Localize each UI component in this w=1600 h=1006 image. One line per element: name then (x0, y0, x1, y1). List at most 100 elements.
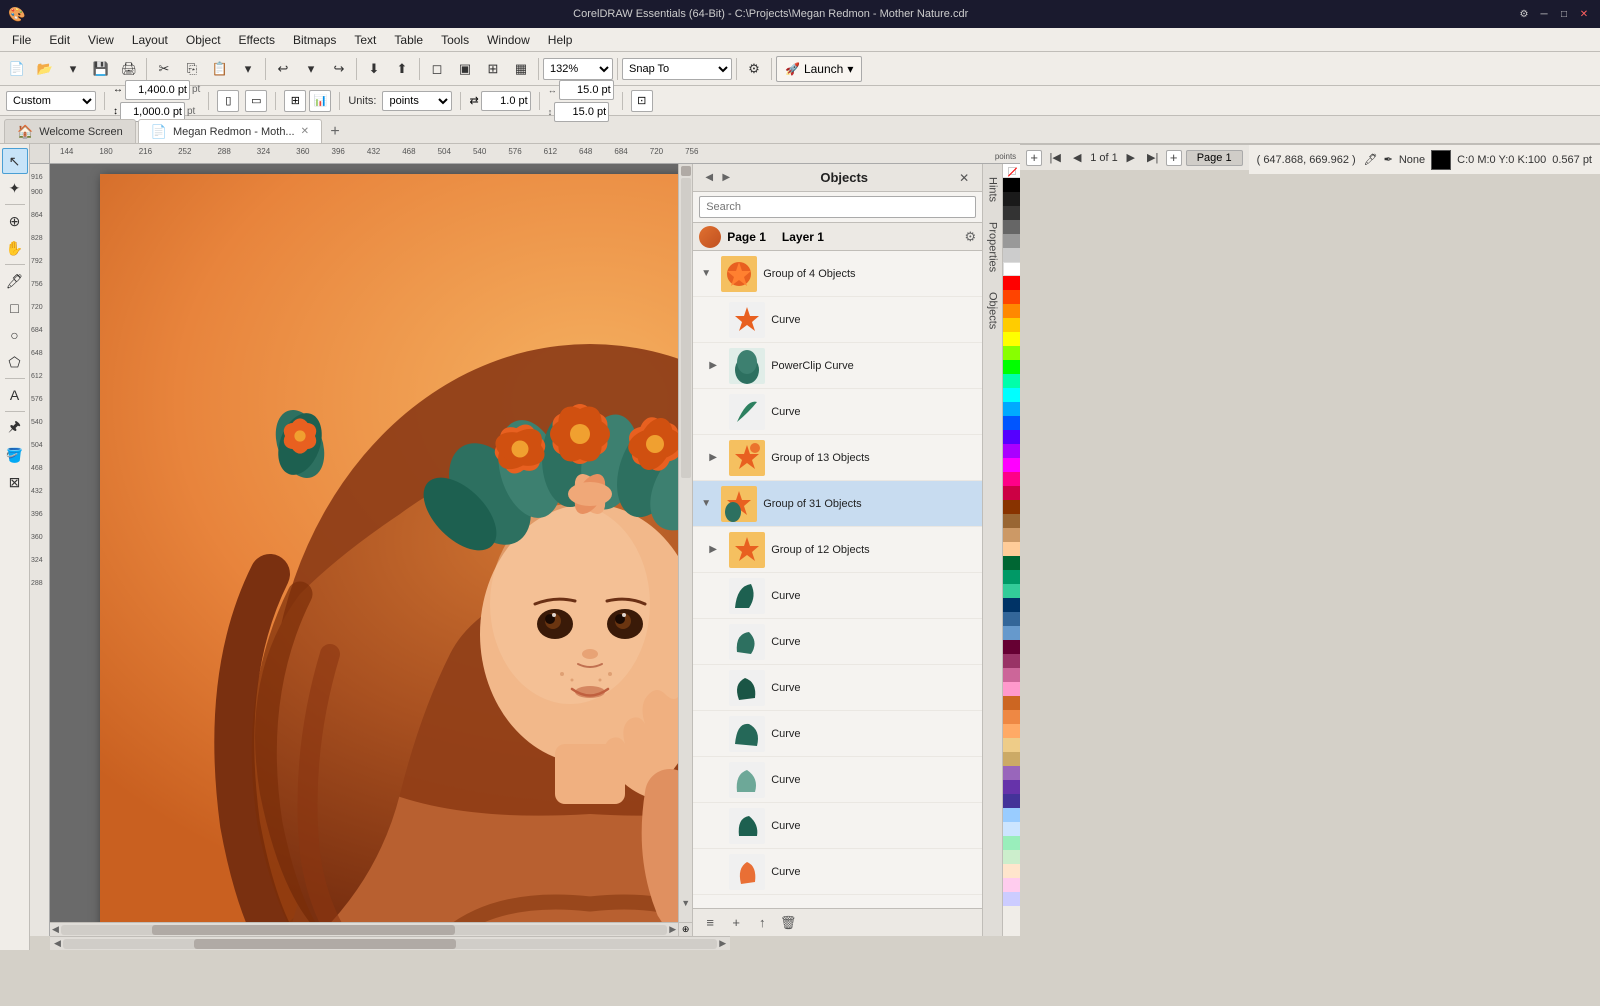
tab-welcome[interactable]: 🏠 Welcome Screen (4, 119, 136, 143)
objects-add-layer-btn[interactable]: + (725, 912, 747, 934)
menu-window[interactable]: Window (479, 31, 538, 49)
v-scroll-bottom[interactable]: ▼ (679, 898, 692, 908)
paste-btn[interactable]: 📋 (207, 56, 233, 82)
color-swatch[interactable] (1003, 724, 1020, 738)
menu-file[interactable]: File (4, 31, 39, 49)
color-swatch[interactable] (1003, 850, 1020, 864)
expand-icon[interactable]: ▶ (709, 452, 723, 463)
color-swatch[interactable] (1003, 794, 1020, 808)
units-select[interactable]: points inches mm (382, 91, 452, 111)
color-swatch[interactable] (1003, 472, 1020, 486)
h-scrollbar[interactable]: ◀ ▶ (50, 922, 678, 936)
expand-icon[interactable]: ▼ (701, 268, 715, 279)
menu-text[interactable]: Text (346, 31, 384, 49)
color-swatch[interactable] (1003, 626, 1020, 640)
color-swatch-none[interactable] (1003, 164, 1020, 178)
open-dropdown[interactable]: ▾ (60, 56, 86, 82)
list-item[interactable]: Curve (693, 711, 982, 757)
color-swatch[interactable] (1003, 752, 1020, 766)
menu-view[interactable]: View (80, 31, 122, 49)
panel-prev-btn[interactable]: ◀ (701, 170, 717, 186)
color-swatch[interactable] (1003, 374, 1020, 388)
list-item[interactable]: Curve (693, 619, 982, 665)
paste-dropdown[interactable]: ▾ (235, 56, 261, 82)
color-swatch[interactable] (1003, 710, 1020, 724)
settings-icon[interactable]: ⚙ (1516, 6, 1532, 22)
color-swatch[interactable] (1003, 500, 1020, 514)
panel-next-btn[interactable]: ▶ (718, 170, 734, 186)
color-swatch[interactable] (1003, 444, 1020, 458)
menu-object[interactable]: Object (178, 31, 229, 49)
undo-btn[interactable]: ↩ (270, 56, 296, 82)
print-btn[interactable]: 🖨 (116, 56, 142, 82)
expand-icon[interactable]: ▼ (701, 498, 715, 509)
list-item[interactable]: ▶ Group of 12 Objects (693, 527, 982, 573)
tool-rectangle[interactable]: □ (2, 295, 28, 321)
view-simple-btn[interactable]: ▣ (452, 56, 478, 82)
snap-to-select[interactable]: Snap To (622, 58, 732, 80)
color-swatch[interactable] (1003, 486, 1020, 500)
list-item[interactable]: ▼ Group of 31 Objects (693, 481, 982, 527)
list-item[interactable]: ▶ Group of 13 Objects (693, 435, 982, 481)
objects-tab[interactable]: Objects (984, 283, 1002, 338)
color-swatch[interactable] (1003, 668, 1020, 682)
prev-page-btn[interactable]: ◀ (1068, 149, 1086, 167)
color-swatch[interactable] (1003, 332, 1020, 346)
menu-edit[interactable]: Edit (41, 31, 78, 49)
open-btn[interactable]: 📂 (32, 56, 58, 82)
menu-bitmaps[interactable]: Bitmaps (285, 31, 344, 49)
color-swatch[interactable] (1003, 290, 1020, 304)
close-button[interactable]: ✕ (1576, 6, 1592, 22)
add-page-end-btn[interactable]: + (1166, 150, 1182, 166)
menu-table[interactable]: Table (386, 31, 431, 49)
v-scroll-thumb[interactable] (681, 166, 691, 176)
color-swatch[interactable] (1003, 192, 1020, 206)
tab-document[interactable]: 📄 Megan Redmon - Moth... ✕ (138, 119, 322, 143)
tool-ellipse[interactable]: ○ (2, 322, 28, 348)
color-swatch[interactable] (1003, 892, 1020, 906)
portrait-btn[interactable]: ▯ (217, 90, 239, 112)
page-size-btn[interactable]: ⊞ (284, 90, 306, 112)
page-width-input[interactable] (125, 80, 190, 100)
next-page-btn[interactable]: ▶ (1122, 149, 1140, 167)
list-item[interactable]: Curve (693, 573, 982, 619)
minimize-button[interactable]: ─ (1536, 6, 1552, 22)
list-item[interactable]: ▼ Group of 4 Objects (693, 251, 982, 297)
color-swatch[interactable] (1003, 682, 1020, 696)
tool-text[interactable]: A (2, 382, 28, 408)
color-swatch[interactable] (1003, 808, 1020, 822)
color-swatch[interactable] (1003, 696, 1020, 710)
menu-effects[interactable]: Effects (231, 31, 283, 49)
landscape-btn[interactable]: ▭ (245, 90, 267, 112)
menu-tools[interactable]: Tools (433, 31, 477, 49)
preset-select[interactable]: Custom (6, 91, 96, 111)
expand-icon[interactable]: ▶ (709, 544, 723, 555)
color-swatch[interactable] (1003, 234, 1020, 248)
tool-select[interactable]: ↖ (2, 148, 28, 174)
dim-y-input[interactable] (554, 102, 609, 122)
v-scrollbar[interactable]: ▼ (678, 164, 692, 922)
list-item[interactable]: Curve (693, 757, 982, 803)
panel-close-btn[interactable]: ✕ (954, 168, 974, 188)
color-swatch[interactable] (1003, 864, 1020, 878)
color-swatch[interactable] (1003, 430, 1020, 444)
color-swatch[interactable] (1003, 766, 1020, 780)
tool-freehand[interactable]: 🖊 (2, 268, 28, 294)
export-btn[interactable]: ⬆ (389, 56, 415, 82)
color-swatch[interactable] (1003, 598, 1020, 612)
color-swatch[interactable] (1003, 304, 1020, 318)
tool-eyedropper[interactable]: 🖈 (2, 415, 28, 441)
color-swatch[interactable] (1003, 878, 1020, 892)
list-item[interactable]: Curve (693, 849, 982, 895)
first-page-btn[interactable]: |◀ (1046, 149, 1064, 167)
color-swatch[interactable] (1003, 458, 1020, 472)
color-swatch[interactable] (1003, 402, 1020, 416)
bleed-btn[interactable]: 📊 (309, 90, 331, 112)
color-swatch[interactable] (1003, 528, 1020, 542)
view-wireframe-btn[interactable]: ◻ (424, 56, 450, 82)
color-swatch[interactable] (1003, 836, 1020, 850)
page-border-btn[interactable]: ⊡ (631, 90, 653, 112)
color-swatch[interactable] (1003, 220, 1020, 234)
undo-dropdown[interactable]: ▾ (298, 56, 324, 82)
list-item[interactable]: Curve (693, 665, 982, 711)
